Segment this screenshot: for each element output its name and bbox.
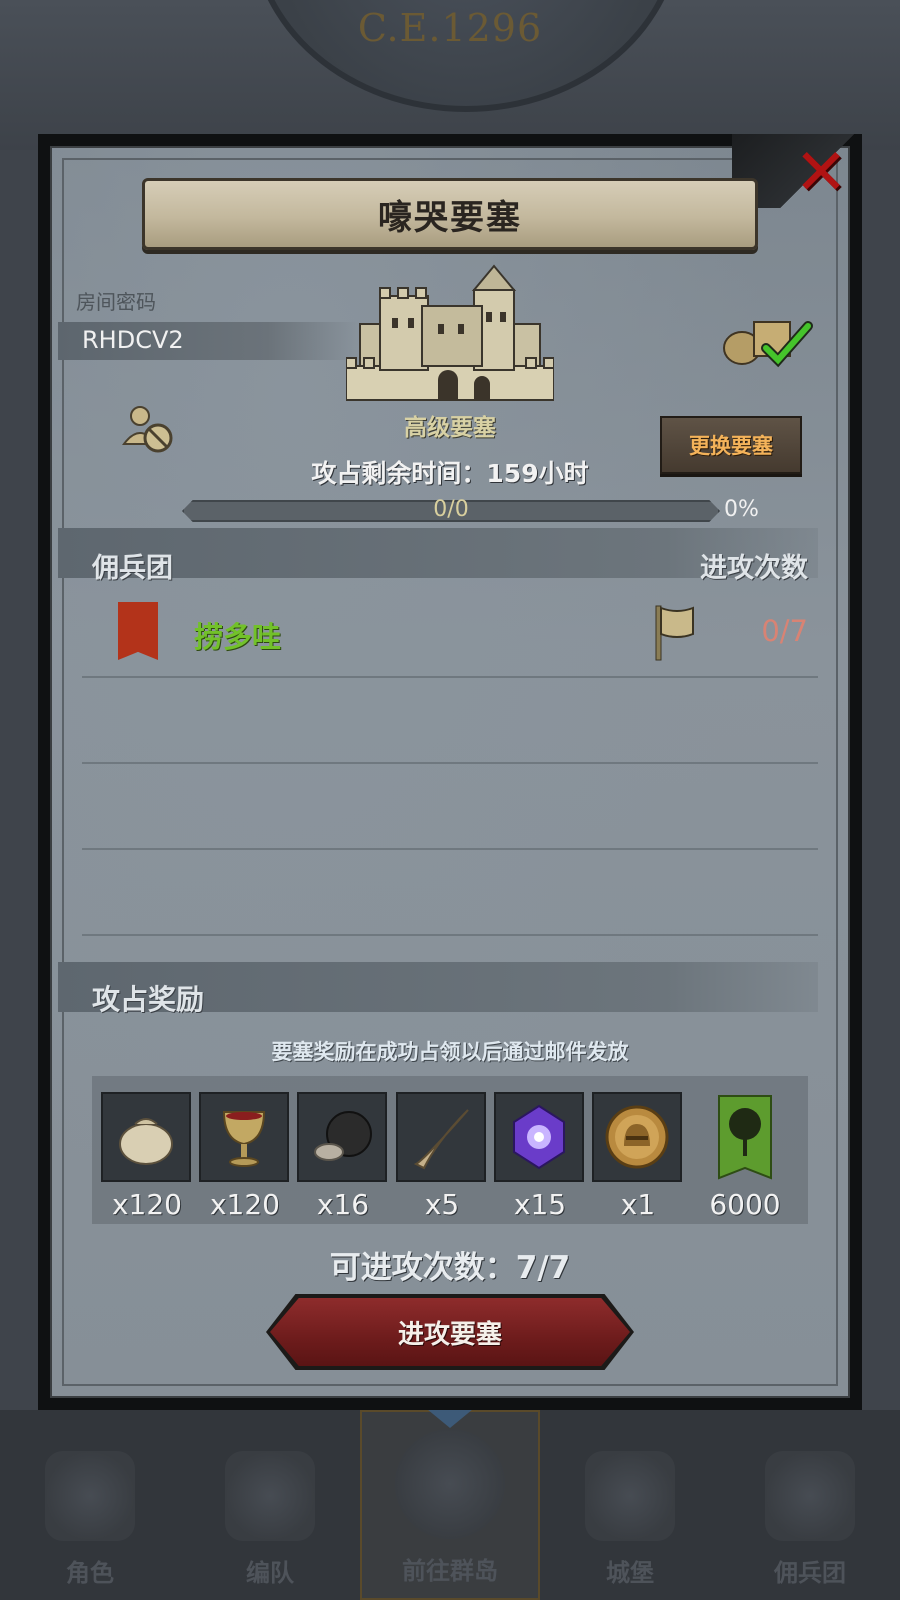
list-divider bbox=[82, 848, 818, 850]
castle-icon bbox=[585, 1451, 675, 1541]
bottom-tab-formation[interactable]: 编队 bbox=[180, 1410, 360, 1600]
reward-qty: x1 bbox=[620, 1188, 656, 1221]
room-code-value[interactable]: RHDCV2 bbox=[82, 326, 184, 354]
attack-fortress-button[interactable]: 进攻要塞 bbox=[270, 1298, 630, 1366]
reward-header: 攻占奖励 bbox=[92, 983, 205, 1016]
dialog-title: 嚎哭要塞 bbox=[378, 197, 522, 238]
list-divider bbox=[82, 762, 818, 764]
loot-check-icon[interactable] bbox=[720, 308, 816, 370]
tab-label: 编队 bbox=[246, 1559, 294, 1587]
helmet-medal-icon bbox=[592, 1092, 682, 1182]
tab-label: 角色 bbox=[66, 1559, 114, 1587]
tab-label: 前往群岛 bbox=[402, 1557, 498, 1585]
fortress-icon bbox=[346, 264, 554, 401]
reward-qty: x120 bbox=[111, 1188, 182, 1221]
bottom-tab-castle[interactable]: 城堡 bbox=[540, 1410, 720, 1600]
reward-item[interactable]: x120 bbox=[101, 1092, 193, 1221]
private-room-icon[interactable] bbox=[120, 400, 176, 456]
tab-label: 城堡 bbox=[606, 1559, 654, 1587]
bottom-tab-islands[interactable]: 前往群岛 bbox=[360, 1410, 540, 1600]
reward-qty: x15 bbox=[513, 1188, 567, 1221]
globe-icon bbox=[395, 1429, 505, 1539]
room-code-label: 房间密码 bbox=[76, 290, 156, 314]
fortress-grade: 高级要塞 bbox=[404, 415, 496, 441]
reward-item[interactable]: 6000 bbox=[702, 1092, 788, 1221]
reward-note: 要塞奖励在成功占领以后通过邮件发放 bbox=[271, 1040, 629, 1064]
reward-item[interactable]: x120 bbox=[199, 1092, 291, 1221]
reward-qty: x16 bbox=[316, 1188, 370, 1221]
list-header-attack-count: 进攻次数 bbox=[700, 553, 808, 584]
close-button[interactable]: ✕ bbox=[790, 136, 852, 210]
purple-gem-icon bbox=[494, 1092, 584, 1182]
flag-icon bbox=[655, 605, 694, 661]
guild-name[interactable]: 捞多哇 bbox=[194, 614, 281, 656]
change-fortress-button[interactable]: 更换要塞 bbox=[660, 416, 802, 474]
attacks-remaining: 可进攻次数：7/7 bbox=[329, 1250, 571, 1286]
reward-qty: 6000 bbox=[709, 1188, 781, 1221]
horn-icon bbox=[396, 1092, 486, 1182]
guild-attack-count: 0/7 bbox=[761, 614, 808, 648]
list-header-mercenary: 佣兵团 bbox=[92, 553, 173, 584]
mercenary-icon bbox=[765, 1451, 855, 1541]
bottom-tab-character[interactable]: 角色 bbox=[0, 1410, 180, 1600]
reward-item[interactable]: x1 bbox=[592, 1092, 684, 1221]
close-icon: ✕ bbox=[794, 136, 848, 210]
bottom-tab-mercenary[interactable]: 佣兵团 bbox=[720, 1410, 900, 1600]
goblet-icon bbox=[199, 1092, 289, 1182]
list-divider bbox=[82, 676, 818, 678]
reward-item[interactable]: x5 bbox=[396, 1092, 488, 1221]
progress-count: 0/0 bbox=[433, 497, 469, 522]
capture-timer: 攻占剩余时间：159小时 bbox=[311, 459, 589, 488]
reward-item[interactable]: x15 bbox=[494, 1092, 586, 1221]
reward-item[interactable]: x16 bbox=[297, 1092, 389, 1221]
list-divider bbox=[82, 934, 818, 936]
guild-banner-icon bbox=[118, 602, 158, 660]
era-label: C.E.1296 bbox=[357, 6, 543, 50]
title-banner: 嚎哭要塞 bbox=[142, 178, 758, 250]
tab-label: 佣兵团 bbox=[774, 1559, 846, 1587]
knight-icon bbox=[45, 1451, 135, 1541]
helmet-icon bbox=[225, 1451, 315, 1541]
ore-icon bbox=[297, 1092, 387, 1182]
reward-qty: x120 bbox=[209, 1188, 280, 1221]
reward-qty: x5 bbox=[424, 1188, 460, 1221]
progress-percent: 0% bbox=[724, 497, 759, 522]
sack-icon bbox=[101, 1092, 191, 1182]
tree-banner-icon bbox=[702, 1092, 788, 1182]
